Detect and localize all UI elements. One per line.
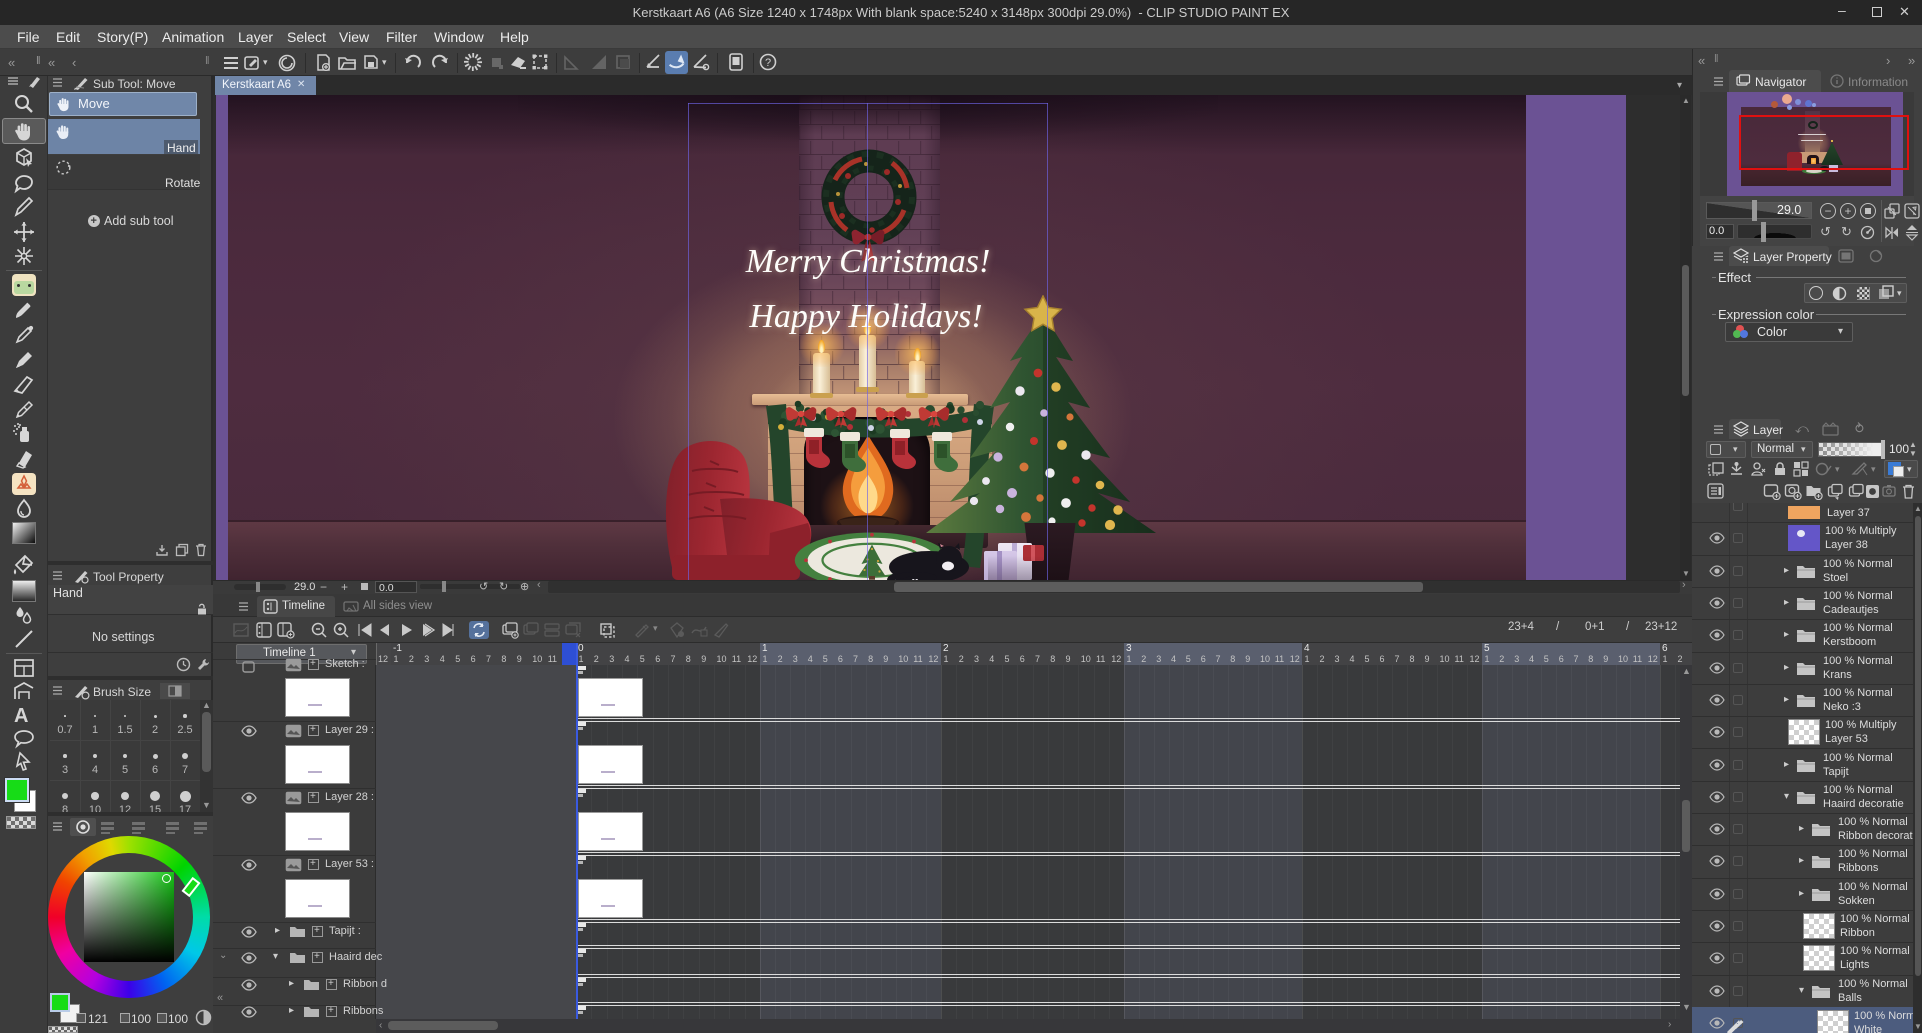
svg-text:?: ? [765, 57, 771, 69]
